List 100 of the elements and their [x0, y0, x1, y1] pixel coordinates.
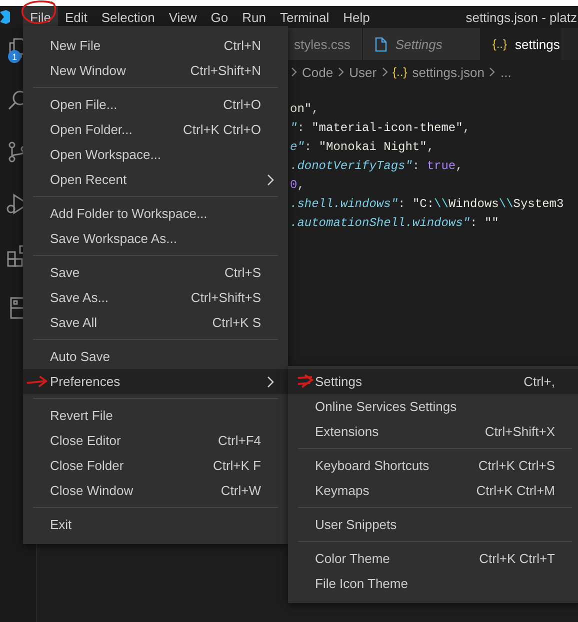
menu-item-label: Open Workspace... [50, 147, 162, 162]
chevron-icon [338, 67, 344, 77]
shortcut-label: Ctrl+Shift+N [190, 63, 261, 78]
code-line: e": "Monokai Night", [290, 139, 434, 156]
code-line: 0, [290, 177, 304, 194]
tab-label: Settings [395, 36, 442, 52]
menu-item[interactable]: User Snippets [288, 512, 578, 537]
menu-bar-item[interactable]: Run [235, 6, 273, 28]
shortcut-label: Ctrl+, [524, 374, 555, 389]
breadcrumb-item[interactable]: User [349, 64, 377, 80]
menu-item[interactable]: Close Editor Ctrl+F4 [23, 428, 288, 453]
code-line: .donotVerifyTags": true, [290, 158, 463, 175]
menu-item-label: Extensions [315, 424, 380, 439]
chevron-icon [291, 67, 297, 77]
menu-item-label: Save All [50, 315, 98, 330]
menu-item[interactable]: Save Workspace As... [23, 226, 288, 251]
menu-item-label: Close Window [50, 483, 134, 498]
shortcut-label: Ctrl+S [224, 265, 261, 280]
menu-item[interactable]: Color Theme Ctrl+K Ctrl+T [288, 546, 578, 571]
menu-item-label: Open File... [50, 97, 118, 112]
menu-item[interactable]: Open Folder... Ctrl+K Ctrl+O [23, 117, 288, 142]
code-line: on", [290, 101, 319, 118]
menu-bar-item[interactable]: Terminal [273, 6, 336, 28]
menu-item-label: Save As... [50, 290, 110, 305]
shortcut-label: Ctrl+K Ctrl+M [476, 483, 555, 498]
code-line: .automationShell.windows": "" [290, 215, 499, 232]
editor-tab[interactable]: styles.css [288, 28, 364, 60]
shortcut-label: Ctrl+Shift+S [190, 290, 261, 305]
menu-item[interactable]: Preferences [23, 369, 288, 394]
shortcut-label: Ctrl+K Ctrl+O [182, 122, 261, 137]
menu-item[interactable]: Revert File [23, 403, 288, 428]
breadcrumb-item[interactable]: ... [500, 64, 512, 80]
menu-item[interactable]: New File Ctrl+N [23, 33, 288, 58]
menu-item-label: File Icon Theme [315, 576, 409, 591]
menu-item[interactable]: New Window Ctrl+Shift+N [23, 58, 288, 83]
menu-item[interactable]: Online Services Settings [288, 394, 578, 419]
menu-item-label: Keyboard Shortcuts [315, 458, 430, 473]
menu-item-label: Color Theme [315, 551, 391, 566]
menu-item-label: Close Editor [50, 433, 122, 448]
menu-item[interactable]: Close Folder Ctrl+K F [23, 453, 288, 478]
menu-item-label: Close Folder [50, 458, 125, 473]
menu-item[interactable]: File Icon Theme [288, 571, 578, 596]
menu-item[interactable]: Open Recent [23, 167, 288, 192]
shortcut-label: Ctrl+K Ctrl+T [479, 551, 555, 566]
file-icon [375, 36, 388, 52]
menu-item-label: Online Services Settings [315, 399, 458, 414]
shortcut-label: Ctrl+W [220, 483, 261, 498]
menu-item[interactable]: Save Ctrl+S [23, 260, 288, 285]
menu-item[interactable]: Save As... Ctrl+Shift+S [23, 285, 288, 310]
menu-item-label: Exit [50, 517, 73, 532]
code-line: .shell.windows": "C:\\Windows\\System3 [290, 196, 564, 213]
shortcut-label: Ctrl+N [224, 38, 261, 53]
menu-item-label: Add Folder to Workspace... [50, 206, 208, 221]
notification-badge: 1 [8, 50, 21, 63]
chevron-icon [382, 67, 388, 77]
menu-bar-item[interactable]: Edit [58, 6, 94, 28]
menu-item[interactable]: Keymaps Ctrl+K Ctrl+M [288, 478, 578, 503]
shortcut-label: Ctrl+Shift+X [484, 424, 555, 439]
breadcrumb-item[interactable]: settings.json [412, 64, 484, 80]
menu-item[interactable]: Open File... Ctrl+O [23, 92, 288, 117]
tab-label: settings [515, 36, 560, 52]
braces-icon: {..} [492, 37, 508, 51]
menu-item[interactable]: Save All Ctrl+K S [23, 310, 288, 335]
tab-label: styles.css [294, 36, 350, 52]
menu-item-label: Save [50, 265, 81, 280]
shortcut-label: Ctrl+K S [212, 315, 261, 330]
editor-tab[interactable]: {..} settings [481, 28, 561, 60]
menu-item-label: Open Recent [50, 172, 128, 187]
menu-bar-item[interactable]: Selection [94, 6, 162, 28]
menu-bar-item[interactable]: Help [336, 6, 377, 28]
menu-item-label: Auto Save [50, 349, 111, 364]
menu-item[interactable]: Open Workspace... [23, 142, 288, 167]
window-title: settings.json - platz [466, 10, 578, 24]
app-logo-icon [0, 10, 10, 24]
menu-item[interactable]: Settings Ctrl+, [288, 369, 578, 394]
menu-item[interactable]: Auto Save [23, 344, 288, 369]
menu-item[interactable]: Exit [23, 512, 288, 537]
menu-item-label: New Window [50, 63, 127, 78]
shortcut-label: Ctrl+K Ctrl+S [478, 458, 555, 473]
menu-item-label: Settings [315, 374, 363, 389]
menu-item[interactable]: Close Window Ctrl+W [23, 478, 288, 503]
menu-item-label: Keymaps [315, 483, 370, 498]
menu-item-label: Revert File [50, 408, 114, 423]
menu-bar-item[interactable]: Go [204, 6, 236, 28]
braces-icon: {..} [392, 65, 408, 79]
menu-bar-item[interactable]: View [162, 6, 204, 28]
editor-tab[interactable]: Settings [363, 28, 482, 60]
shortcut-label: Ctrl+F4 [218, 433, 261, 448]
menu-item[interactable]: Add Folder to Workspace... [23, 201, 288, 226]
menu-item[interactable]: Extensions Ctrl+Shift+X [288, 419, 578, 444]
code-line: ": "material-icon-theme", [290, 120, 470, 137]
menu-item-label: New File [50, 38, 102, 53]
annotation-arrow [26, 375, 48, 389]
breadcrumb-item[interactable]: Code [302, 64, 334, 80]
shortcut-label: Ctrl+K F [212, 458, 261, 473]
menu-item[interactable]: Keyboard Shortcuts Ctrl+K Ctrl+S [288, 453, 578, 478]
menu-item-label: Open Folder... [50, 122, 134, 137]
chevron-icon [489, 67, 496, 77]
menu-item-label: User Snippets [315, 517, 398, 532]
menu-item-label: Preferences [50, 374, 122, 389]
